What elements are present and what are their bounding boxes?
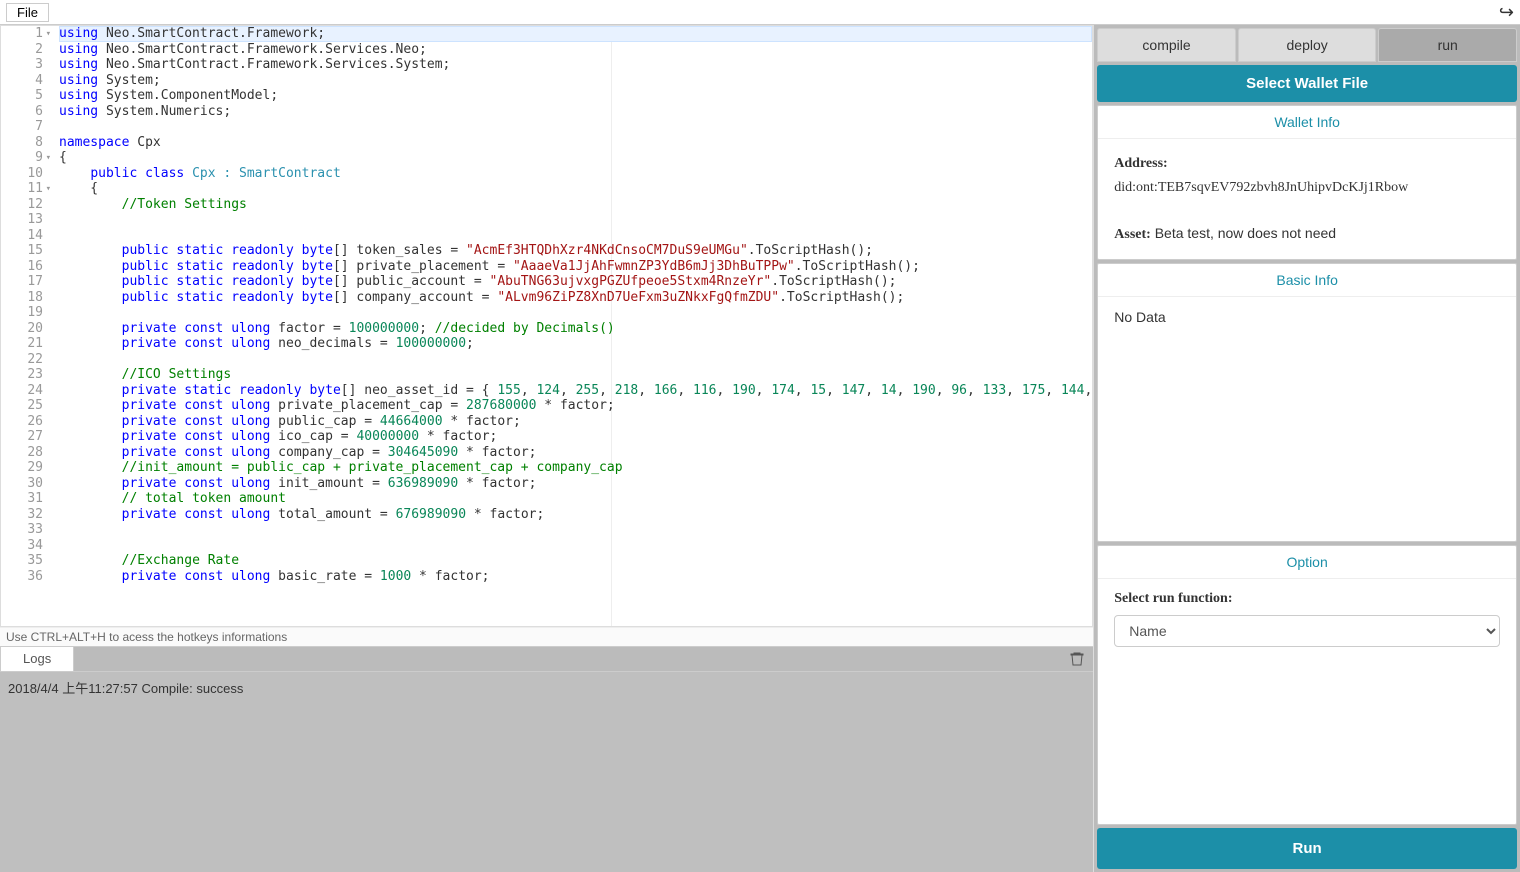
logs-tabbar: Logs	[0, 646, 1093, 672]
trash-icon[interactable]	[1069, 647, 1093, 671]
tab-compile[interactable]: compile	[1097, 28, 1236, 62]
select-wallet-button[interactable]: Select Wallet File	[1097, 65, 1517, 102]
asset-label: Asset:	[1114, 227, 1151, 242]
code-editor[interactable]: 1234567891011121314151617181920212223242…	[0, 25, 1093, 627]
main-area: 1234567891011121314151617181920212223242…	[0, 25, 1520, 872]
left-pane: 1234567891011121314151617181920212223242…	[0, 25, 1094, 872]
wallet-info-header: Wallet Info	[1098, 106, 1516, 139]
hint-bar: Use CTRL+ALT+H to acess the hotkeys info…	[0, 627, 1093, 646]
basic-info-header: Basic Info	[1098, 264, 1516, 297]
top-bar: File ↪	[0, 0, 1520, 25]
file-button[interactable]: File	[6, 3, 49, 22]
right-pane: compiledeployrun Select Wallet File Wall…	[1094, 25, 1520, 872]
function-select[interactable]: Name	[1114, 615, 1500, 647]
logs-tab[interactable]: Logs	[0, 647, 74, 671]
tab-deploy[interactable]: deploy	[1238, 28, 1377, 62]
option-panel: Option Select run function: Name	[1097, 545, 1517, 825]
console: 2018/4/4 上午11:27:57 Compile: success	[0, 672, 1093, 872]
right-tabs: compiledeployrun	[1097, 28, 1517, 62]
run-button[interactable]: Run	[1097, 828, 1517, 869]
wallet-info-panel: Wallet Info Address: did:ont:TEB7sqvEV79…	[1097, 105, 1517, 260]
address-value: did:ont:TEB7sqvEV792zbvh8JnUhipvDcKJj1Rb…	[1114, 180, 1408, 195]
console-entry: 2018/4/4 上午11:27:57 Compile: success	[8, 678, 1085, 697]
basic-info-body: No Data	[1098, 297, 1516, 337]
tab-run[interactable]: run	[1378, 28, 1517, 62]
share-icon[interactable]: ↪	[1499, 2, 1514, 23]
basic-info-panel: Basic Info No Data	[1097, 263, 1517, 543]
editor-gutter: 1234567891011121314151617181920212223242…	[1, 26, 51, 626]
option-header: Option	[1098, 546, 1516, 579]
asset-value: Beta test, now does not need	[1155, 225, 1336, 241]
address-label: Address:	[1114, 156, 1167, 171]
select-function-label: Select run function:	[1114, 591, 1500, 607]
editor-code[interactable]: using Neo.SmartContract.Framework;using …	[51, 26, 1092, 626]
